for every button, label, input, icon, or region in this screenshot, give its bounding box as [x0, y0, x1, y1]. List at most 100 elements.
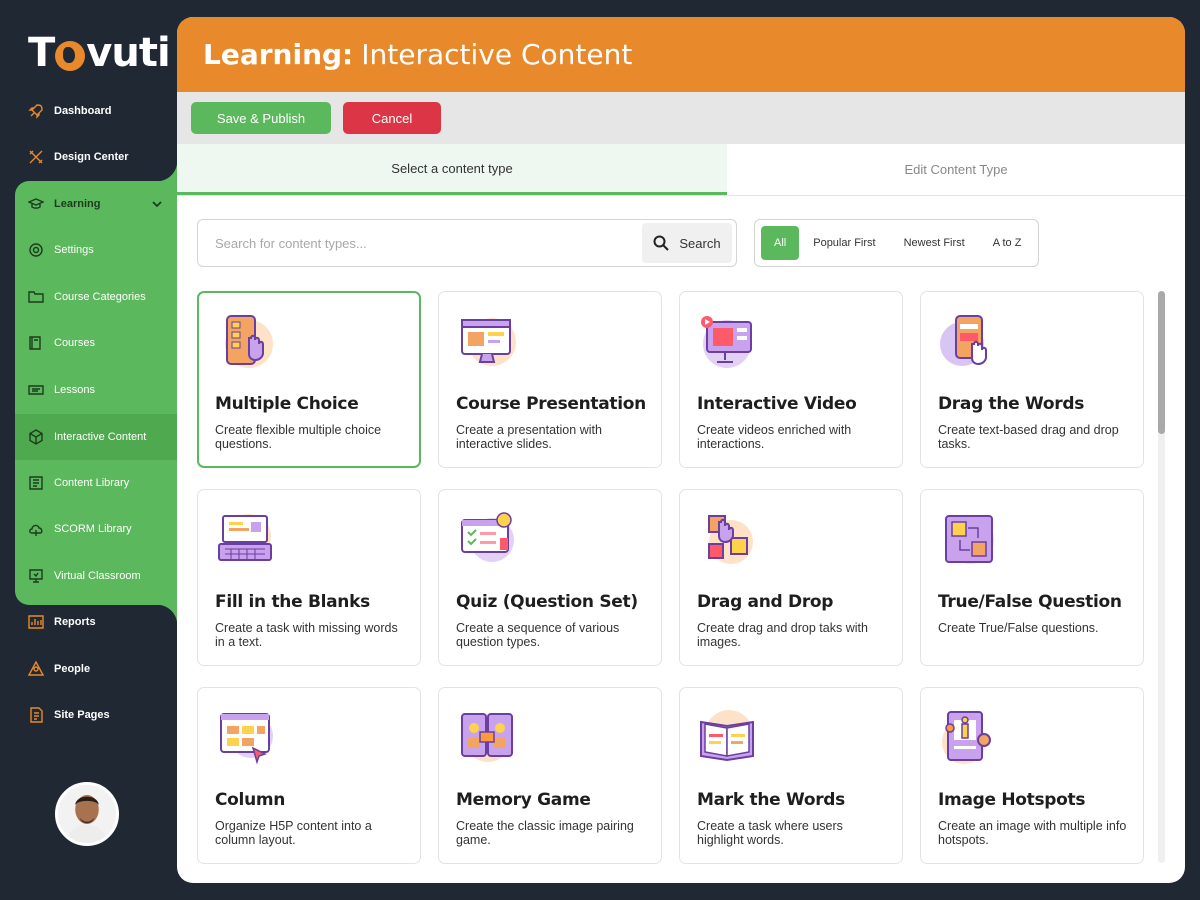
fill-in-the-blanks-icon — [215, 508, 277, 570]
card-title: Image Hotspots — [938, 790, 1086, 810]
sidebar-item-courses[interactable]: Courses — [15, 320, 177, 366]
rocket-icon — [28, 103, 44, 119]
content-card-fill-in-the-blanks[interactable]: Fill in the Blanks Create a task with mi… — [197, 489, 421, 666]
sidebar-item-reports[interactable]: Reports — [0, 599, 177, 645]
sidebar-item-interactive-content[interactable]: Interactive Content — [15, 414, 177, 460]
card-title: Fill in the Blanks — [215, 592, 370, 612]
sidebar-item-design-center[interactable]: Design Center — [0, 134, 177, 180]
page-title: Interactive Content — [361, 38, 633, 71]
sidebar-item-label: Courses — [54, 337, 95, 349]
sidebar-item-site-pages[interactable]: Site Pages — [0, 692, 177, 738]
card-description: Create a task with missing words in a te… — [215, 621, 398, 649]
sidebar-item-label: Site Pages — [54, 709, 110, 721]
logo-text-end: vuti — [86, 30, 170, 76]
slides-icon — [28, 382, 44, 398]
save-publish-button[interactable]: Save & Publish — [191, 102, 331, 134]
page-title-section: Learning: — [203, 38, 354, 71]
search-button-label: Search — [679, 235, 721, 251]
search-input[interactable] — [198, 220, 642, 266]
sort-popular-button[interactable]: Popular First — [799, 226, 889, 260]
content-card-quiz-question-set[interactable]: Quiz (Question Set) Create a sequence of… — [438, 489, 662, 666]
card-description: Create drag and drop taks with images. — [697, 621, 868, 649]
sidebar-item-label: Course Categories — [54, 291, 146, 303]
sidebar-item-virtual-classroom[interactable]: Virtual Classroom — [15, 553, 177, 599]
main-panel: Learning: Interactive Content Save & Pub… — [177, 17, 1185, 883]
card-description: Create True/False questions. — [938, 621, 1099, 635]
sidebar-item-label: Dashboard — [54, 105, 112, 117]
tovuti-logo[interactable]: Tvuti — [28, 30, 171, 76]
content-card-true-false-question[interactable]: True/False Question Create True/False qu… — [920, 489, 1144, 666]
search-bar: Search — [197, 219, 737, 267]
content-type-grid: Multiple Choice Create flexible multiple… — [197, 291, 1144, 864]
presentation-icon — [28, 568, 44, 584]
card-description: Organize H5P content into a column layou… — [215, 819, 372, 847]
sidebar-item-settings[interactable]: Settings — [15, 227, 177, 273]
globe-icon — [55, 41, 86, 71]
cloud-icon — [28, 521, 44, 537]
sidebar-item-label: Learning — [54, 198, 101, 210]
sidebar-item-scorm-library[interactable]: SCORM Library — [15, 506, 177, 552]
card-title: Mark the Words — [697, 790, 845, 810]
tab-select-content-type[interactable]: Select a content type — [177, 144, 727, 195]
content-card-image-hotspots[interactable]: Image Hotspots Create an image with mult… — [920, 687, 1144, 864]
drag-the-words-icon — [938, 310, 1000, 372]
tab-edit-content-type[interactable]: Edit Content Type — [727, 144, 1185, 195]
content-card-mark-the-words[interactable]: Mark the Words Create a task where users… — [679, 687, 903, 864]
sidebar-item-people[interactable]: People — [0, 646, 177, 692]
cancel-button[interactable]: Cancel — [343, 102, 441, 134]
sidebar-item-lessons[interactable]: Lessons — [15, 367, 177, 413]
sidebar-item-label: SCORM Library — [54, 523, 132, 535]
quiz-question-set-icon — [456, 508, 518, 570]
card-title: Memory Game — [456, 790, 591, 810]
card-description: Create text-based drag and drop tasks. — [938, 423, 1119, 451]
sidebar-item-label: Reports — [54, 616, 96, 628]
user-photo — [58, 785, 116, 843]
book-icon — [28, 335, 44, 351]
content-card-multiple-choice[interactable]: Multiple Choice Create flexible multiple… — [197, 291, 421, 468]
content-card-memory-game[interactable]: Memory Game Create the classic image pai… — [438, 687, 662, 864]
card-description: Create a presentation with interactive s… — [456, 423, 602, 451]
sidebar-item-learning[interactable]: Learning — [15, 181, 177, 227]
sidebar-item-label: People — [54, 663, 91, 675]
content-card-course-presentation[interactable]: Course Presentation Create a presentatio… — [438, 291, 662, 468]
memory-game-icon — [456, 706, 518, 768]
card-description: Create flexible multiple choice question… — [215, 423, 382, 451]
action-toolbar: Save & Publish Cancel — [177, 92, 1185, 144]
content-card-column[interactable]: Column Organize H5P content into a colum… — [197, 687, 421, 864]
card-description: Create the classic image pairing game. — [456, 819, 634, 847]
card-description: Create videos enriched with interactions… — [697, 423, 852, 451]
image-hotspots-icon — [938, 706, 1000, 768]
sidebar-item-content-library[interactable]: Content Library — [15, 460, 177, 506]
content-card-drag-the-words[interactable]: Drag the Words Create text-based drag an… — [920, 291, 1144, 468]
scrollbar-thumb[interactable] — [1158, 291, 1165, 434]
sort-az-button[interactable]: A to Z — [979, 226, 1036, 260]
library-icon — [28, 475, 44, 491]
card-title: True/False Question — [938, 592, 1122, 612]
multiple-choice-icon — [215, 310, 277, 372]
content-scrollbar[interactable] — [1158, 291, 1165, 863]
sidebar-item-course-categories[interactable]: Course Categories — [15, 274, 177, 320]
card-title: Quiz (Question Set) — [456, 592, 638, 612]
card-title: Course Presentation — [456, 394, 646, 414]
user-avatar[interactable] — [55, 782, 119, 846]
card-title: Drag the Words — [938, 394, 1085, 414]
logo-text-start: T — [28, 30, 55, 76]
search-button[interactable]: Search — [642, 223, 732, 263]
sort-newest-button[interactable]: Newest First — [890, 226, 979, 260]
card-title: Interactive Video — [697, 394, 857, 414]
page-header: Learning: Interactive Content — [177, 17, 1185, 92]
card-description: Create a task where users highlight word… — [697, 819, 843, 847]
card-title: Column — [215, 790, 286, 810]
content-card-interactive-video[interactable]: Interactive Video Create videos enriched… — [679, 291, 903, 468]
sidebar-item-label: Design Center — [54, 151, 129, 163]
sidebar-item-dashboard[interactable]: Dashboard — [0, 88, 177, 134]
sort-options: All Popular First Newest First A to Z — [754, 219, 1039, 267]
drag-and-drop-icon — [697, 508, 759, 570]
tools-icon — [28, 149, 44, 165]
card-description: Create a sequence of various question ty… — [456, 621, 620, 649]
content-card-drag-and-drop[interactable]: Drag and Drop Create drag and drop taks … — [679, 489, 903, 666]
sort-all-button[interactable]: All — [761, 226, 800, 260]
chevron-down-icon[interactable] — [151, 198, 163, 210]
card-description: Create an image with multiple info hotsp… — [938, 819, 1127, 847]
gear-icon — [28, 242, 44, 258]
